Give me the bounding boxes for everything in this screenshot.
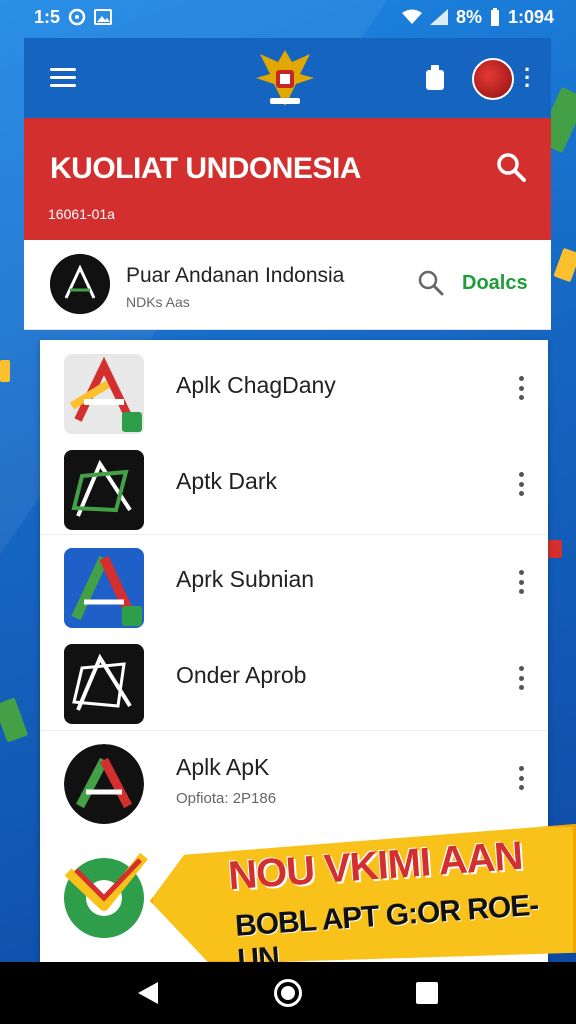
more-options-icon[interactable]: [518, 472, 524, 496]
hamburger-menu-icon[interactable]: [50, 68, 76, 88]
developer-logo-icon: [50, 254, 110, 314]
app-icon-dark-a: [64, 450, 144, 530]
garuda-emblem-icon: [256, 50, 314, 106]
battery-percent: 8%: [455, 6, 482, 27]
divider: [40, 730, 548, 731]
wifi-icon: [401, 9, 422, 24]
status-clock: 1:094: [507, 6, 554, 27]
navigation-bar: [0, 962, 576, 1024]
search-icon[interactable]: [418, 270, 444, 296]
confetti-shape: [548, 540, 562, 558]
details-link[interactable]: Doalcs: [462, 272, 528, 295]
app-name: Aplk ChagDany: [176, 372, 336, 398]
confetti-shape: [0, 360, 10, 382]
home-circle-icon[interactable]: [274, 979, 302, 1007]
search-icon[interactable]: [496, 152, 526, 182]
recent-square-icon[interactable]: [416, 982, 438, 1004]
vertical-dots-icon[interactable]: · · ·: [524, 59, 531, 97]
app-name: Aplk ApK: [176, 754, 270, 780]
app-bar: · · ·: [24, 38, 551, 120]
more-options-icon[interactable]: [518, 570, 524, 594]
more-options-icon[interactable]: [518, 376, 524, 400]
divider: [40, 534, 548, 535]
app-name: Aptk Dark: [176, 468, 277, 494]
notification-icon: [68, 8, 86, 26]
battery-icon: [490, 8, 499, 26]
more-options-icon[interactable]: [518, 766, 524, 790]
profile-avatar-icon[interactable]: [472, 58, 514, 100]
banner-title: KUOLIAT UNDONESIA: [50, 152, 361, 185]
battery-badge-icon[interactable]: [424, 64, 446, 92]
check-badge-icon: [64, 852, 148, 938]
list-item[interactable]: Aplk ApK Opfiota: 2P186: [40, 732, 548, 828]
app-icon-blue-a: [64, 548, 144, 628]
app-meta: Opfiota: 2P186: [176, 790, 277, 807]
app-name: Aprk Subnian: [176, 566, 315, 592]
developer-name: Puar Andanan Indonsia: [126, 264, 345, 287]
app-icon-round-a: [64, 744, 144, 824]
signal-icon: [429, 9, 448, 25]
list-item[interactable]: Onder Aprob: [40, 632, 548, 728]
app-icon-outline-a: [64, 644, 144, 724]
banner-subtitle: 16061-01a: [48, 206, 115, 222]
developer-profile-row[interactable]: Puar Andanan Indonsia NDKs Aas Doalcs: [24, 240, 551, 330]
app-name: Onder Aprob: [176, 662, 307, 688]
back-triangle-icon[interactable]: [136, 980, 160, 1006]
list-item[interactable]: Aptk Dark: [40, 438, 548, 534]
status-bar: 1:5 8% 1:094: [0, 0, 576, 34]
status-time: 1:5: [34, 6, 61, 27]
title-banner: KUOLIAT UNDONESIA 16061-01a: [24, 118, 551, 240]
app-icon-white-a: [64, 354, 144, 434]
list-item[interactable]: Aplk ChagDany: [40, 342, 548, 438]
developer-subtitle: NDKs Aas: [126, 294, 190, 310]
gallery-icon: [94, 9, 113, 25]
list-item[interactable]: Aprk Subnian: [40, 536, 548, 632]
more-options-icon[interactable]: [518, 666, 524, 690]
